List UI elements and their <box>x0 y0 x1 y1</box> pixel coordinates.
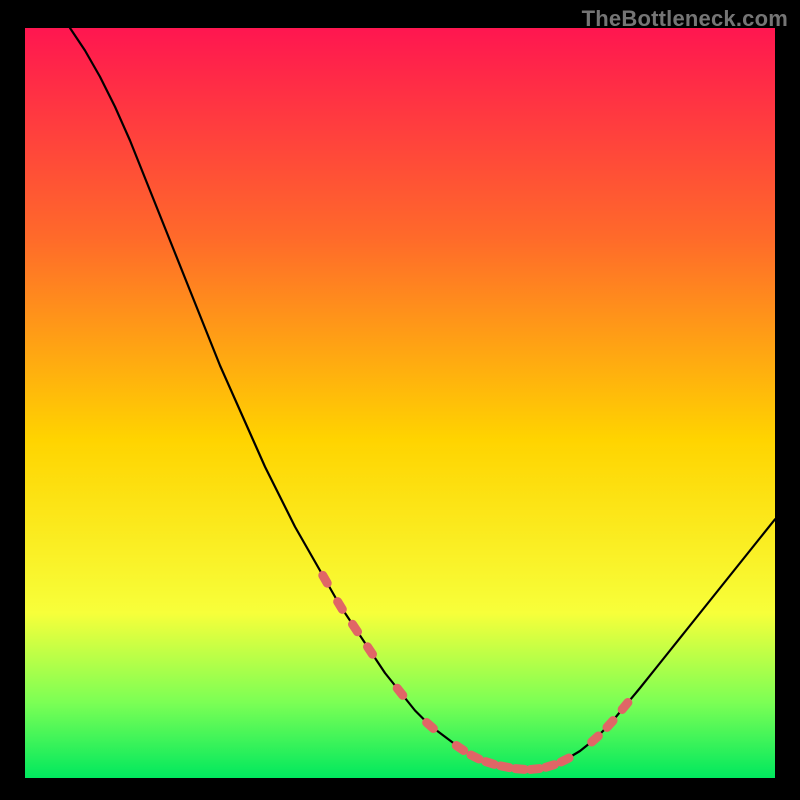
bottleneck-chart <box>25 28 775 778</box>
heatmap-background <box>25 28 775 778</box>
